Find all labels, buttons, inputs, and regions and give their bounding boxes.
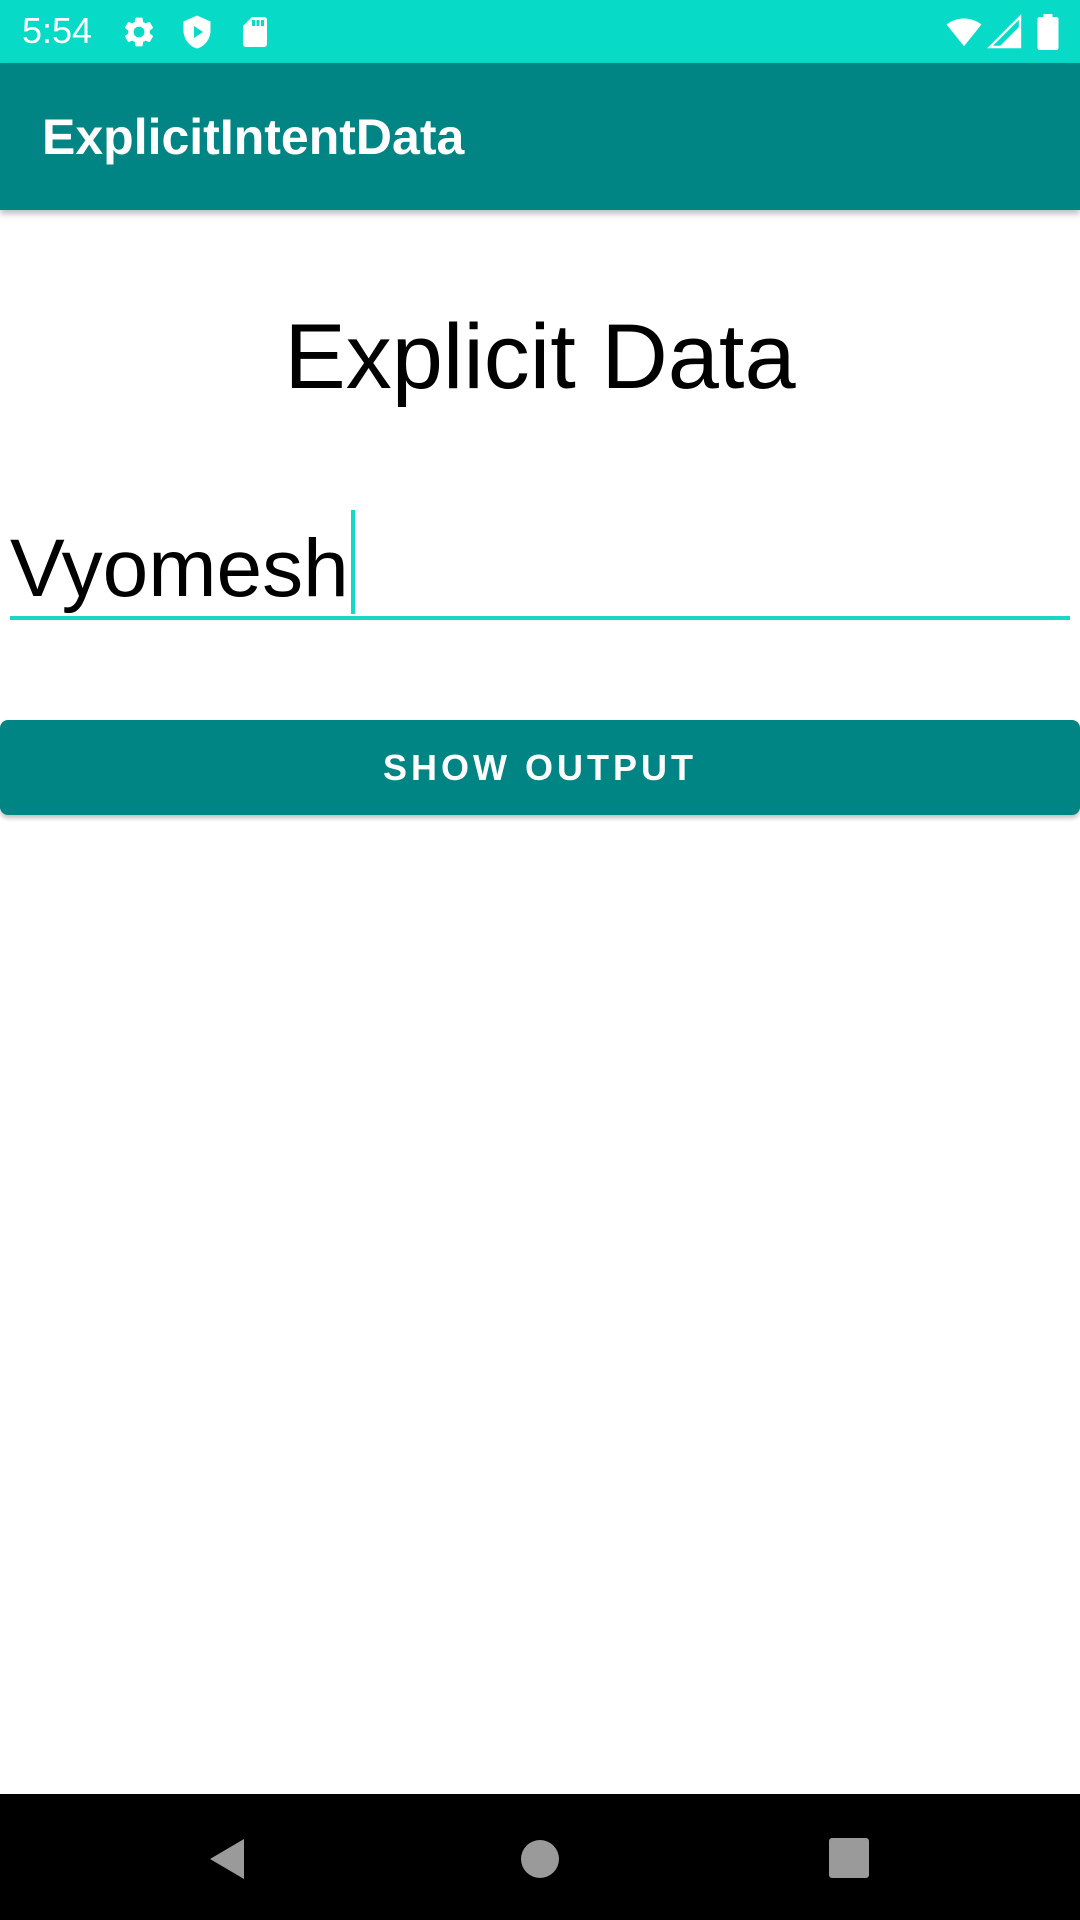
show-output-button[interactable]: SHOW OUTPUT [0,720,1080,815]
settings-gear-icon [124,17,154,47]
name-input-value-row: Vyomesh [10,510,355,619]
app-bar: ExplicitIntentData [0,63,1080,210]
recents-square-icon[interactable] [828,1837,870,1879]
back-triangle-icon[interactable] [204,1837,248,1881]
text-cursor [350,510,355,614]
app-title: ExplicitIntentData [42,109,465,165]
home-circle-icon[interactable] [518,1837,562,1881]
battery-icon [1037,14,1059,50]
name-input-value: Vyomesh [10,523,349,614]
wifi-icon [946,18,982,47]
page-heading: Explicit Data [284,306,796,408]
name-input[interactable]: Vyomesh [10,500,1070,620]
sd-card-icon [243,17,267,47]
status-time: 5:54 [22,10,93,51]
cell-signal-icon [987,14,1022,49]
play-protect-shield-icon [183,15,211,49]
status-bar: 5:54 [0,0,1080,63]
navigation-bar [0,1794,1080,1920]
